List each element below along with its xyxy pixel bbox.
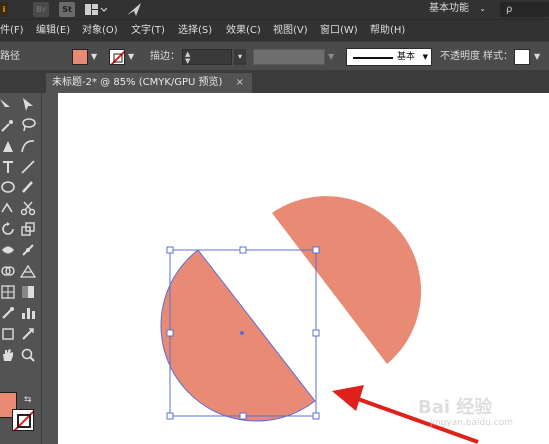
arrange-documents-icon[interactable] <box>85 4 108 15</box>
scissors-tool-icon[interactable] <box>20 200 36 216</box>
fill-color-swatch[interactable] <box>72 49 88 65</box>
menu-edit[interactable]: 编辑(E) <box>36 20 70 42</box>
brush-definition-dropdown[interactable]: 基本 ▼ <box>346 48 432 66</box>
stroke-color-swatch[interactable] <box>109 49 125 65</box>
selection-type-label: 路径 <box>0 51 20 62</box>
puppet-warp-tool-icon[interactable] <box>20 242 36 258</box>
magic-wand-icon[interactable] <box>0 117 16 133</box>
slice-tool-icon[interactable] <box>20 326 36 342</box>
artboard[interactable] <box>58 93 549 444</box>
stroke-weight-dropdown[interactable]: ▾ <box>234 49 246 65</box>
stroke-color-box[interactable] <box>12 409 34 431</box>
zoom-tool-icon[interactable] <box>20 347 36 363</box>
pen-tool-icon[interactable] <box>0 138 16 154</box>
chevron-down-icon[interactable]: ▼ <box>128 49 138 65</box>
shaper-tool-icon[interactable] <box>0 200 16 216</box>
gradient-tool-icon[interactable] <box>20 284 36 300</box>
curvature-tool-icon[interactable] <box>20 138 36 154</box>
direct-selection-tool-icon[interactable] <box>20 97 36 113</box>
menu-window[interactable]: 窗口(W) <box>320 20 358 42</box>
scale-tool-icon[interactable] <box>20 221 36 237</box>
stock-icon[interactable]: St <box>59 2 75 17</box>
no-stroke-icon <box>13 410 33 430</box>
app-title-bar: i Br St 基本功能 ⌄ ρ <box>0 0 549 19</box>
swap-fill-stroke-icon[interactable]: ⇆ <box>24 395 32 405</box>
close-icon[interactable]: × <box>236 73 244 93</box>
document-tab-bar: 未标题-2* @ 85% (CMYK/GPU 预览) × <box>0 71 549 93</box>
menu-select[interactable]: 选择(S) <box>178 20 212 42</box>
stepper-down-icon[interactable]: ▼ <box>185 58 190 65</box>
workspace-switcher[interactable]: 基本功能 ⌄ <box>420 0 492 19</box>
document-tab[interactable]: 未标题-2* @ 85% (CMYK/GPU 预览) × <box>46 73 252 93</box>
menu-bar: 件(F) 编辑(E) 对象(O) 文字(T) 选择(S) 效果(C) 视图(V)… <box>0 19 549 41</box>
artboard-tool-icon[interactable] <box>0 326 16 342</box>
graph-tool-icon[interactable] <box>20 305 36 321</box>
chevron-down-icon: ▼ <box>422 53 428 61</box>
graphic-style-label: 样式： <box>483 51 513 62</box>
pasteboard <box>42 93 58 444</box>
menu-help[interactable]: 帮助(H) <box>370 20 405 42</box>
mesh-tool-icon[interactable] <box>0 284 16 300</box>
shape-builder-tool-icon[interactable] <box>0 263 16 279</box>
brush-label: 基本 <box>397 52 416 62</box>
menu-view[interactable]: 视图(V) <box>273 20 308 42</box>
menu-type[interactable]: 文字(T) <box>131 20 165 42</box>
workspace-label: 基本功能 <box>429 3 469 14</box>
center-point <box>240 331 244 335</box>
chevron-down-icon[interactable]: ▼ <box>91 49 101 65</box>
gpu-performance-icon[interactable] <box>126 2 142 17</box>
search-input[interactable]: ρ <box>500 2 549 17</box>
control-bar: 路径 ▼ ▼ 描边： ▲ ▼ ▾ ▼ 基本 ▼ 不透明度 样式： ▼ <box>0 41 549 71</box>
stroke-weight-input[interactable]: ▲ ▼ <box>182 49 232 65</box>
variable-width-profile[interactable] <box>253 49 325 65</box>
bridge-icon[interactable]: Br <box>33 2 49 17</box>
hand-tool-icon[interactable] <box>0 347 16 363</box>
artwork <box>160 196 479 444</box>
half-circle-selected[interactable] <box>160 250 315 422</box>
selection-tool-icon[interactable] <box>0 97 16 113</box>
stroke-label[interactable]: 描边： <box>150 42 180 72</box>
graphic-style-swatch[interactable] <box>514 49 530 65</box>
ellipse-tool-icon[interactable] <box>0 179 16 195</box>
menu-file[interactable]: 件(F) <box>0 20 24 42</box>
perspective-grid-tool-icon[interactable] <box>20 263 36 279</box>
tools-panel: ⇆ <box>0 93 42 444</box>
half-circle-upper-right[interactable] <box>272 196 422 364</box>
rotate-tool-icon[interactable] <box>0 221 16 237</box>
menu-effect[interactable]: 效果(C) <box>226 20 261 42</box>
eyedropper-tool-icon[interactable] <box>0 305 16 321</box>
line-segment-tool-icon[interactable] <box>20 159 36 175</box>
watermark-logo: Bai 经验 <box>418 397 493 418</box>
search-icon: ρ <box>506 4 513 15</box>
width-tool-icon[interactable] <box>0 242 16 258</box>
opacity-label[interactable]: 不透明度 <box>440 42 480 72</box>
no-stroke-icon <box>110 50 124 64</box>
watermark-url: jingyan.baidu.com <box>430 418 514 428</box>
chevron-down-icon: ⌄ <box>479 4 486 13</box>
chevron-down-icon[interactable]: ▼ <box>328 49 338 65</box>
document-tab-title: 未标题-2* @ 85% (CMYK/GPU 预览) <box>52 77 223 88</box>
type-tool-icon[interactable] <box>0 159 16 175</box>
lasso-tool-icon[interactable] <box>20 117 36 133</box>
paintbrush-tool-icon[interactable] <box>20 179 36 195</box>
brush-stroke-preview <box>353 57 393 59</box>
chevron-down-icon[interactable]: ▼ <box>534 49 544 65</box>
illustrator-logo: i <box>0 2 8 17</box>
menu-object[interactable]: 对象(O) <box>82 20 118 42</box>
